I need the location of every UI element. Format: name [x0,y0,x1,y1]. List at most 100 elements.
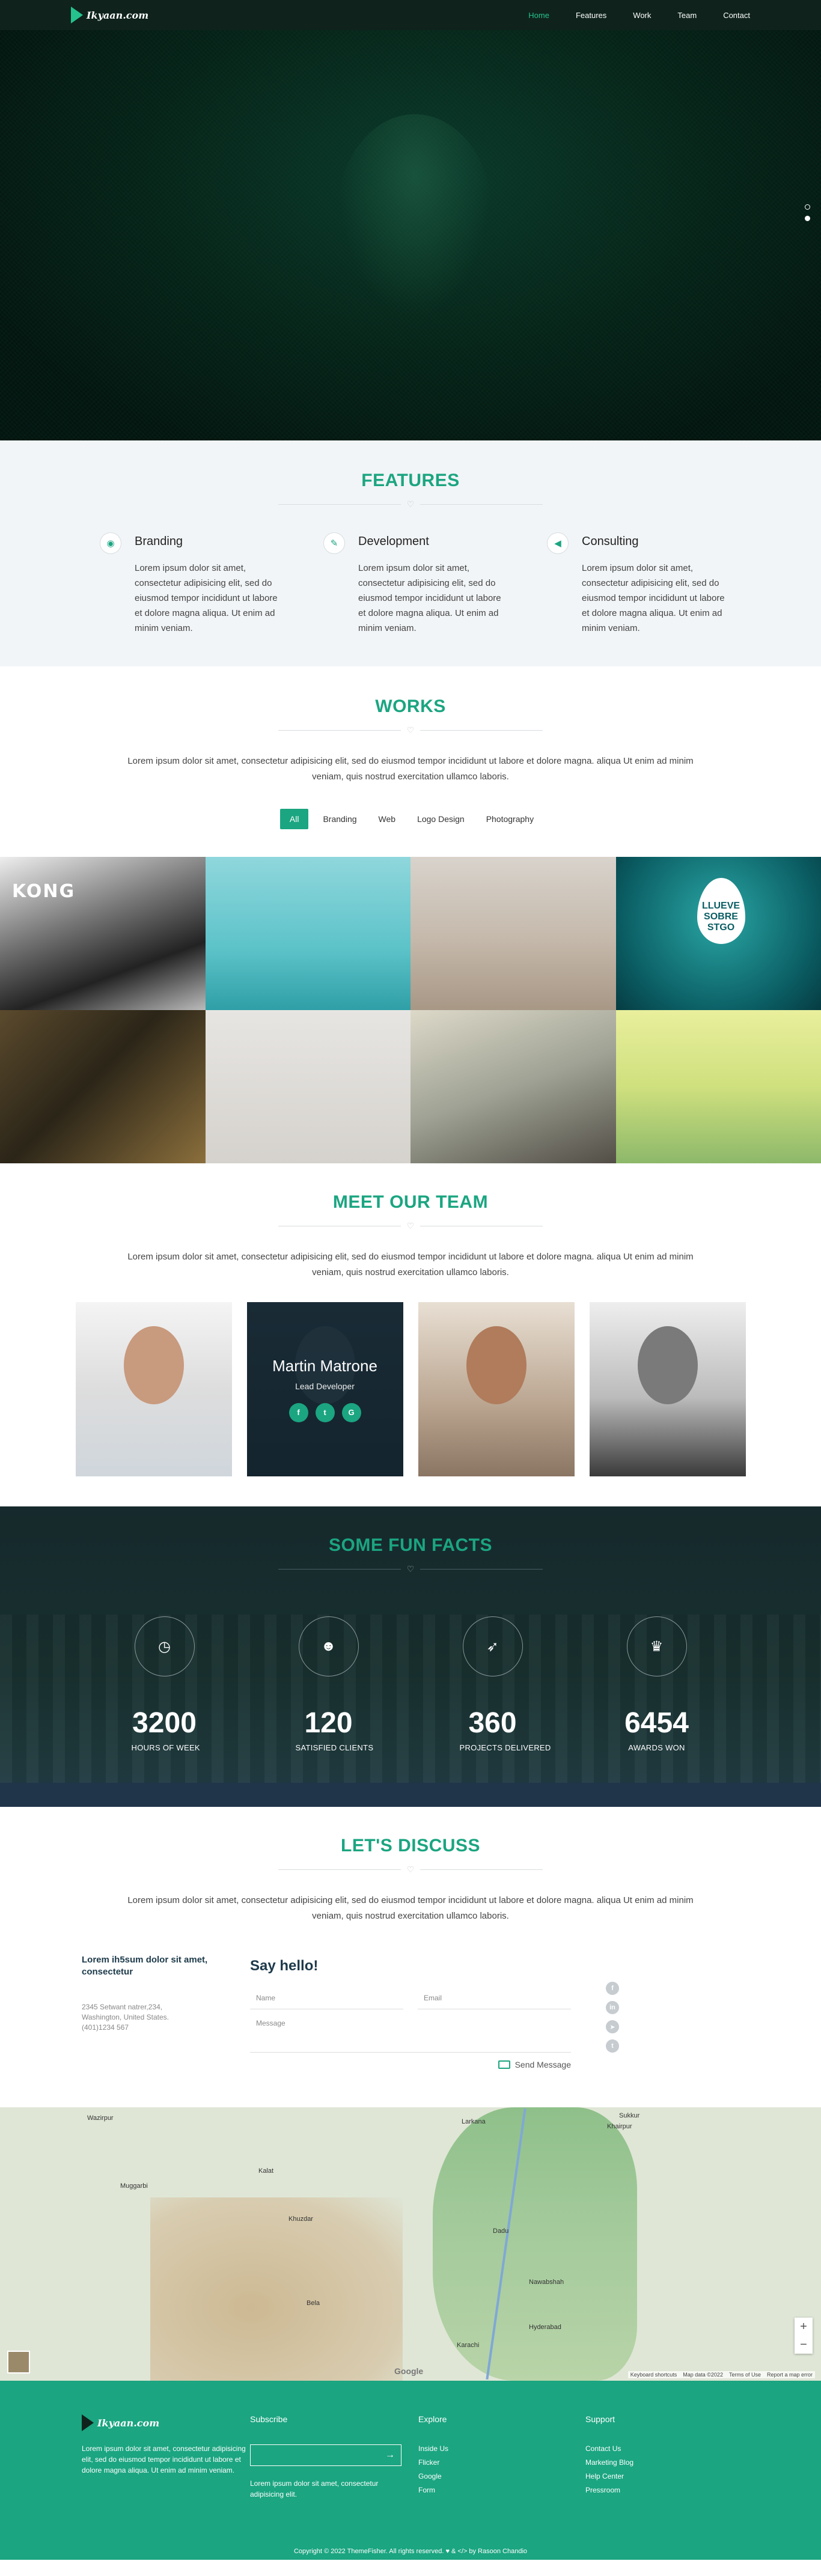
facebook-icon[interactable]: f [606,1982,619,1995]
github-icon: ◉ [100,532,121,554]
filter-all[interactable]: All [279,809,309,829]
clock-icon: ◷ [134,1616,195,1676]
map-label: Karachi [457,2342,480,2349]
portfolio-item[interactable] [410,857,616,1010]
nav-contact[interactable]: Contact [723,11,750,20]
feature-title: Branding [135,535,183,548]
send-message-button[interactable]: Send Message [250,2060,571,2069]
map-zoom-controls: + − [795,2318,813,2354]
team-member-card[interactable] [589,1302,746,1476]
explore-link[interactable]: Google [418,2472,585,2480]
portfolio-item[interactable] [0,1010,206,1163]
team-lead: Lorem ipsum dolor sit amet, consectetur … [127,1252,694,1277]
heart-icon: ♡ [406,1221,415,1231]
support-link[interactable]: Contact Us [585,2444,633,2453]
feature-consulting: ◀ Consulting Lorem ipsum dolor sit amet,… [547,532,733,636]
map-layer-toggle[interactable] [7,2351,30,2374]
portfolio-item[interactable] [410,1010,616,1163]
twitter-icon[interactable]: t [315,1402,335,1422]
works-title: WORKS [375,696,446,716]
works-lead: Lorem ipsum dolor sit amet, consectetur … [127,756,694,782]
twitter-icon[interactable]: t [606,2039,619,2053]
fact-label: AWARDS WON [628,1743,685,1752]
name-field[interactable]: Name [250,1990,403,2009]
footer-logo[interactable]: Ikyaan.com [82,2414,250,2431]
portfolio-item[interactable]: KONG [0,857,206,1010]
team-member-card-featured[interactable]: Martin Matrone Lead Developer f t G [246,1302,403,1476]
portfolio-item[interactable] [205,857,410,1010]
member-socials: f t G [288,1402,361,1422]
map-label: Khairpur [607,2123,632,2130]
support-link[interactable]: Marketing Blog [585,2458,633,2467]
portfolio-item[interactable] [205,1010,410,1163]
explore-link[interactable]: Flicker [418,2458,585,2467]
team-member-card[interactable] [75,1302,232,1476]
map-label: Khuzdar [288,2215,313,2223]
slider-dot[interactable] [805,204,810,210]
footer-explore: Explore Inside Us Flicker Google Form [418,2414,585,2500]
email-field[interactable]: Email [418,1990,571,2009]
send-label: Send Message [514,2060,571,2069]
zoom-out-button[interactable]: − [800,2338,807,2352]
nav-features[interactable]: Features [576,11,606,20]
support-link[interactable]: Help Center [585,2472,633,2480]
report-error-link[interactable]: Report a map error [767,2372,813,2378]
arrow-right-icon[interactable]: → [385,2450,395,2461]
fact-value: 120 [304,1707,353,1739]
subscribe-input[interactable]: → [250,2444,401,2466]
support-link[interactable]: Pressroom [585,2486,633,2494]
hero-image [337,114,493,318]
keyboard-shortcuts-link[interactable]: Keyboard shortcuts [630,2372,677,2378]
fact-value: 3200 [132,1707,197,1739]
fact-hours: ◷ 3200 HOURS OF WEEK [132,1616,200,1752]
filter-web[interactable]: Web [371,809,403,829]
contact-lead: Lorem ipsum dolor sit amet, consectetur … [127,1895,694,1921]
nav-team[interactable]: Team [677,11,697,20]
portfolio-item[interactable]: LLUEVE SOBRE STGO [615,857,821,1010]
logo-text: Ikyaan.com [97,2417,160,2429]
member-photo [637,1326,698,1404]
contact-form: Say hello! Name Email Message Send Messa… [250,1954,571,2069]
google-icon[interactable]: G [341,1402,361,1422]
slider-dot-active[interactable] [805,216,810,221]
filter-branding[interactable]: Branding [316,809,364,829]
nav-work[interactable]: Work [633,11,651,20]
map-label: Larkana [462,2118,486,2125]
facebook-icon[interactable]: f [288,1402,308,1422]
logo-text: Ikyaan.com [87,9,149,21]
message-field[interactable]: Message [250,2015,571,2053]
feature-branding: ◉ Branding Lorem ipsum dolor sit amet, c… [100,532,286,636]
subscribe-title: Subscribe [250,2414,288,2424]
features-title: FEATURES [361,470,460,490]
telegram-icon[interactable]: ➤ [606,2020,619,2033]
trophy-icon: ♛ [626,1616,687,1676]
google-map[interactable]: Wazirpur Larkana Khairpur Muggarbi Kalat… [0,2107,821,2381]
address-text: 2345 Setwant natrer,234, Washington, Unit… [82,2003,169,2032]
feature-title: Development [358,535,429,548]
map-label: Sukkur [619,2112,640,2119]
work-filters: All Branding Web Logo Design Photography [0,809,821,829]
linkedin-icon[interactable]: in [606,2001,619,2014]
portfolio-item[interactable] [615,1010,821,1163]
heart-icon: ♡ [406,1865,415,1874]
contact-socials: f in ➤ t [606,1982,619,2069]
filter-logo-design[interactable]: Logo Design [410,809,472,829]
support-title: Support [585,2414,615,2424]
fact-value: 6454 [624,1707,689,1739]
filter-photography[interactable]: Photography [479,809,541,829]
map-terrain [433,2107,637,2381]
logo[interactable]: Ikyaan.com [71,7,148,23]
explore-link[interactable]: Inside Us [418,2444,585,2453]
map-data-text: Map data ©2022 [683,2372,723,2378]
team-title: MEET OUR TEAM [332,1192,489,1212]
divider: ♡ [278,1865,543,1875]
portfolio-grid: KONG LLUEVE SOBRE STGO [0,857,821,1163]
zoom-in-button[interactable]: + [800,2320,807,2334]
map-label: Wazirpur [87,2115,114,2122]
terms-link[interactable]: Terms of Use [729,2372,761,2378]
explore-link[interactable]: Form [418,2486,585,2494]
team-section: MEET OUR TEAM ♡ Lorem ipsum dolor sit am… [0,1163,821,1476]
team-member-card[interactable] [418,1302,575,1476]
top-nav: Ikyaan.com Home Features Work Team Conta… [0,0,821,30]
nav-home[interactable]: Home [528,11,549,20]
